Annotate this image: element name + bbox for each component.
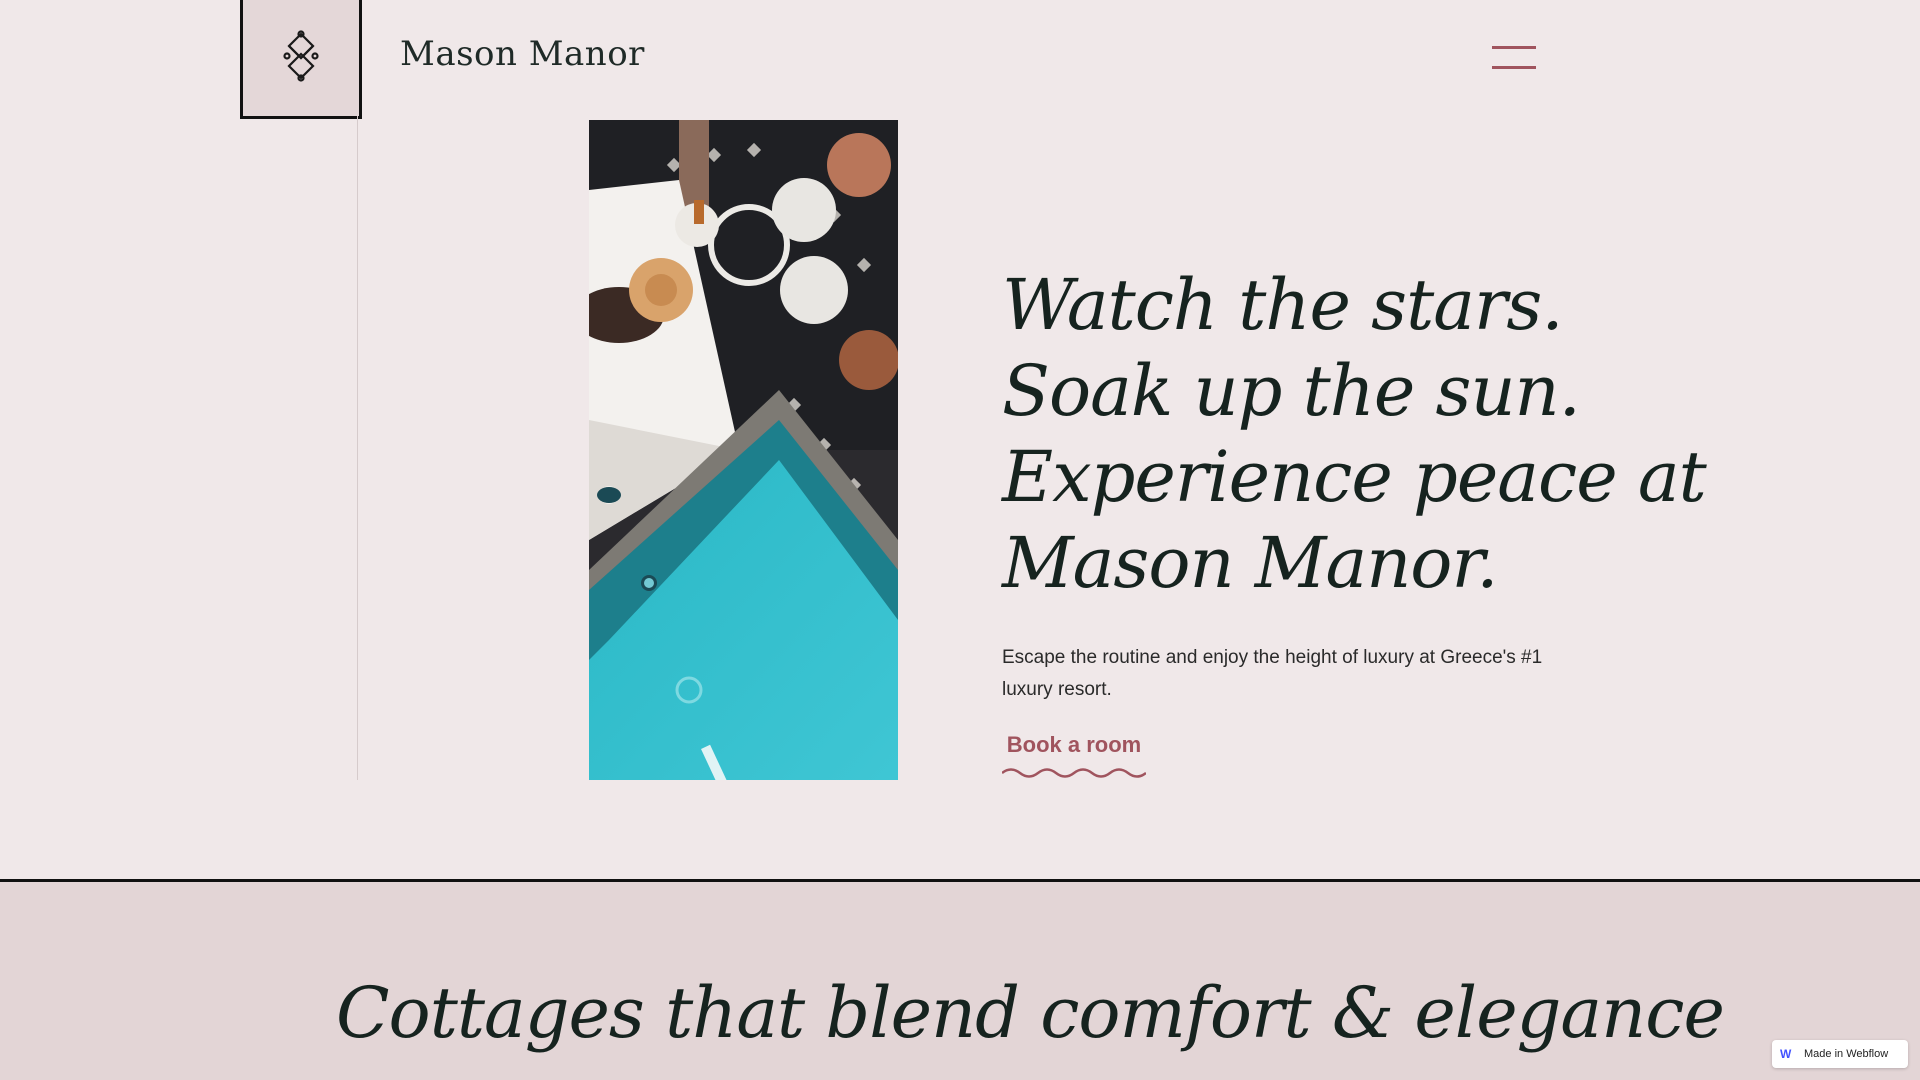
wavy-underline — [1002, 768, 1146, 778]
hero-description: Escape the routine and enjoy the height … — [1002, 647, 1543, 700]
menu-line-top — [1492, 46, 1536, 49]
logo-link[interactable] — [240, 0, 362, 119]
brand-name[interactable]: Mason Manor — [400, 34, 645, 74]
menu-line-bottom — [1492, 66, 1536, 69]
book-room-button[interactable]: Book a room — [1004, 732, 1144, 758]
section-title: Cottages that blend comfort & elegance — [336, 972, 1725, 1054]
headline-line: Watch the stars. — [1002, 264, 1564, 346]
hero-photo — [589, 120, 898, 780]
knot-icon — [283, 30, 319, 82]
webflow-icon: W — [1780, 1047, 1792, 1061]
hero-headline: Watch the stars. Soak up the sun. Experi… — [1002, 262, 1707, 606]
headline-line: Soak up the sun. — [1002, 350, 1581, 432]
site-header: Mason Manor — [0, 0, 1920, 120]
badge-label: Made in Webflow — [1804, 1048, 1889, 1060]
hamburger-icon[interactable] — [1492, 46, 1536, 74]
headline-line: Experience peace at — [1002, 436, 1707, 518]
made-in-webflow-badge[interactable]: W Made in Webflow — [1772, 1040, 1908, 1068]
headline-line: Mason Manor. — [1002, 522, 1498, 604]
vertical-divider — [357, 116, 358, 780]
